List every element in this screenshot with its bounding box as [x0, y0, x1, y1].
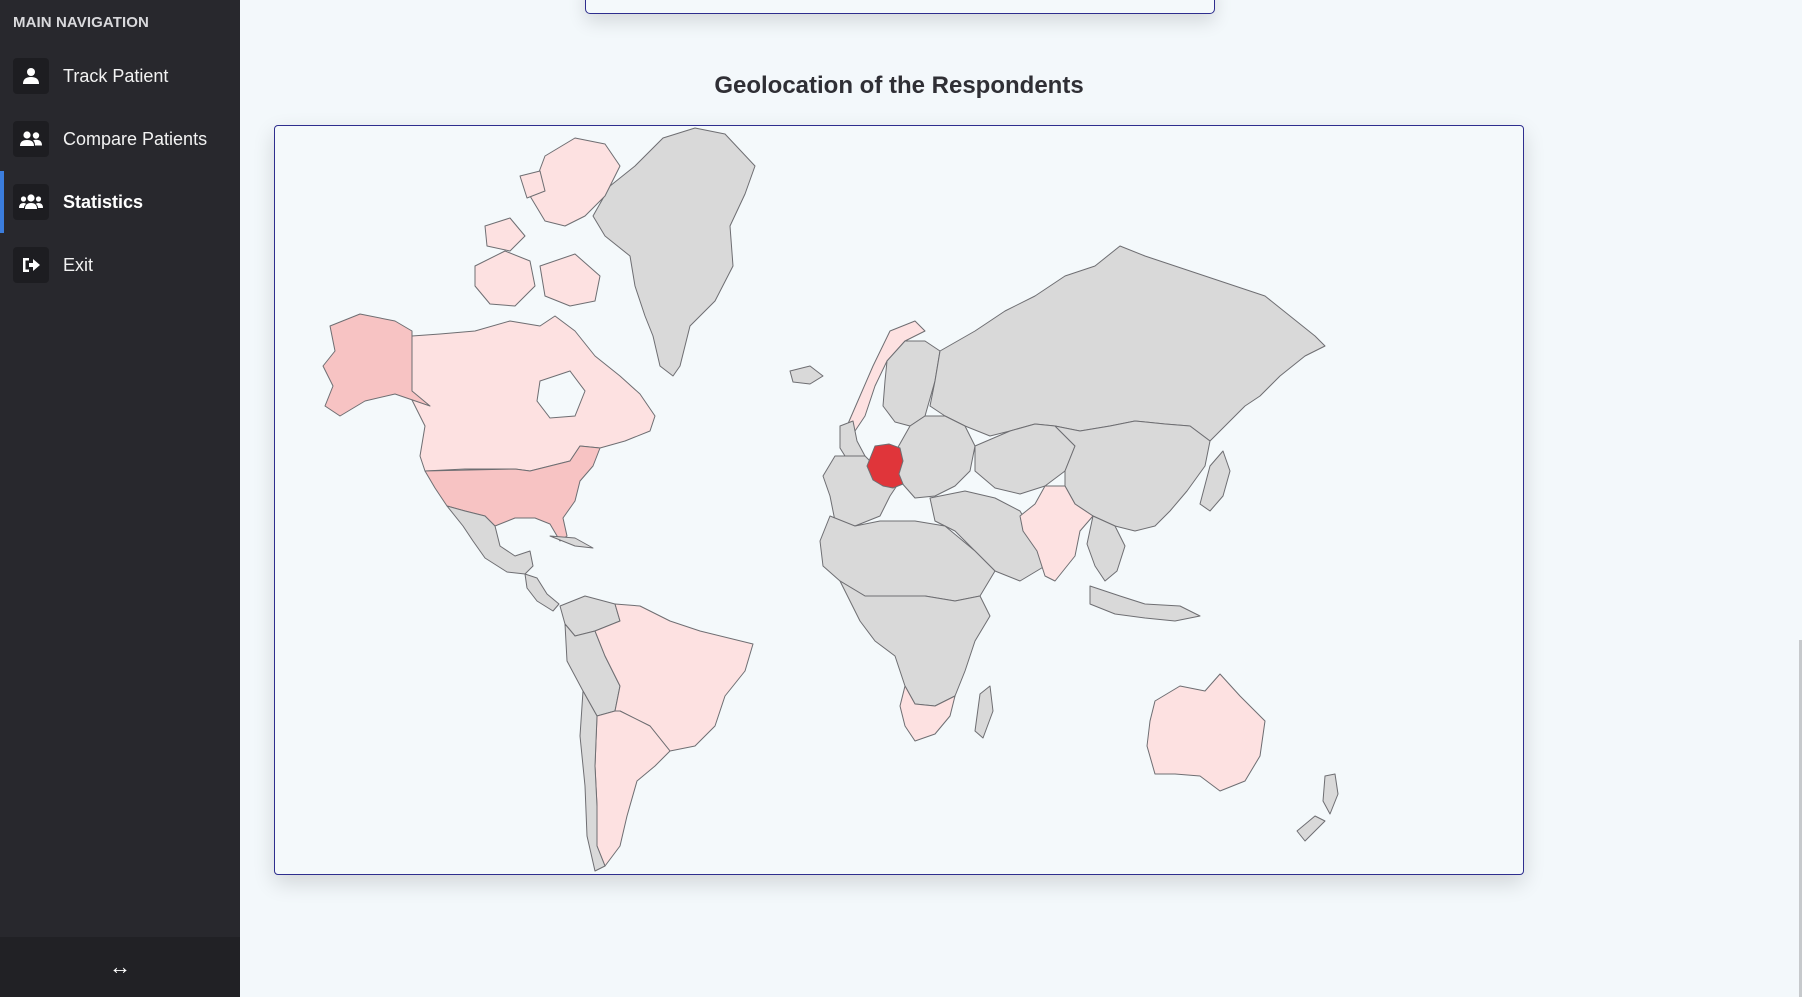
- region-canada[interactable]: [409, 315, 656, 472]
- user-friends-icon: [13, 121, 49, 157]
- user-icon: [13, 58, 49, 94]
- arrows-horizontal-icon: ↔: [109, 954, 131, 979]
- users-icon: [13, 184, 49, 220]
- nav-item-exit[interactable]: Exit: [0, 234, 240, 296]
- region-canada-islands[interactable]: [484, 217, 526, 252]
- region-madagascar[interactable]: [974, 685, 994, 739]
- sidebar-toggle-button[interactable]: ↔: [0, 937, 240, 997]
- region-canada-islands[interactable]: [539, 253, 601, 307]
- region-russia[interactable]: [929, 245, 1326, 442]
- main-navigation-header: MAIN NAVIGATION: [13, 14, 149, 31]
- region-canada-islands[interactable]: [474, 250, 536, 307]
- region-cuba[interactable]: [549, 535, 594, 549]
- region-indonesia[interactable]: [1089, 585, 1201, 622]
- world-map: [322, 127, 1339, 872]
- map-title: Geolocation of the Respondents: [714, 72, 1084, 99]
- previous-chart-card: [585, 0, 1215, 14]
- region-new-zealand[interactable]: [1322, 773, 1339, 815]
- world-map-card: [274, 125, 1524, 875]
- region-central-america[interactable]: [524, 573, 560, 612]
- sign-out-icon: [13, 247, 49, 283]
- nav-item-label: Compare Patients: [63, 128, 208, 149]
- nav-item-track-patient[interactable]: Track Patient: [0, 45, 240, 107]
- nav-item-compare-patients[interactable]: Compare Patients: [0, 108, 240, 170]
- region-central-africa[interactable]: [839, 580, 991, 707]
- region-iceland[interactable]: [789, 365, 824, 385]
- nav-item-label: Track Patient: [63, 65, 169, 86]
- nav-item-label: Statistics: [63, 191, 144, 212]
- region-new-zealand[interactable]: [1296, 815, 1326, 842]
- nav-item-statistics[interactable]: Statistics: [0, 171, 240, 233]
- region-eastern-europe[interactable]: [892, 415, 976, 499]
- region-australia[interactable]: [1146, 673, 1266, 792]
- nav-item-label: Exit: [63, 254, 94, 275]
- sidebar: MAIN NAVIGATION Track Patient Compare Pa…: [0, 0, 240, 997]
